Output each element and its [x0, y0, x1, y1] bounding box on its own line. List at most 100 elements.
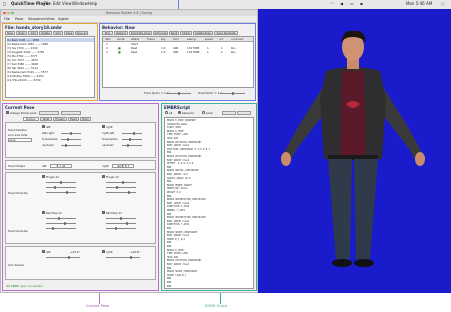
list-item[interactable]: (11) Fine 6100 —— 6700	[7, 78, 40, 82]
slider-knob[interactable]	[178, 92, 180, 95]
left-ud-slider[interactable]	[61, 144, 81, 147]
slider-knob[interactable]	[54, 186, 56, 189]
slider-knob[interactable]	[64, 222, 66, 225]
add-pose-button[interactable]: Add pose	[153, 31, 168, 35]
slider-knob[interactable]	[65, 144, 67, 147]
menu-file[interactable]: File	[44, 1, 51, 6]
left-shape-select[interactable]: B_t_alt	[50, 163, 72, 168]
minimize-button[interactable]	[7, 11, 10, 14]
save-as-button[interactable]: Save as	[75, 31, 88, 35]
right-ud-slider[interactable]	[122, 144, 142, 147]
delete-button[interactable]: Delete	[39, 31, 52, 35]
table-cell[interactable]: 1317986	[187, 50, 199, 54]
table-cell[interactable]: 3	[106, 50, 108, 54]
slider-knob[interactable]	[129, 138, 131, 141]
save-button[interactable]: Save	[64, 31, 74, 35]
left-finger-slider-1[interactable]	[46, 181, 76, 184]
target-select[interactable]: none	[8, 138, 32, 142]
reset-pose-button[interactable]	[61, 110, 81, 115]
right-palm-slider-1[interactable]	[106, 217, 136, 220]
close-button[interactable]	[3, 11, 6, 14]
spotlight-icon[interactable]: ○	[441, 1, 445, 6]
slider-knob[interactable]	[127, 144, 129, 147]
left-fb-slider[interactable]	[61, 138, 81, 141]
slider-knob[interactable]	[115, 227, 117, 230]
table-cell[interactable]: ■	[118, 50, 121, 54]
right-swivel-checkbox[interactable]	[102, 250, 105, 253]
right-hand-checkbox[interactable]	[102, 125, 105, 128]
slider-knob[interactable]	[120, 217, 122, 220]
play-button[interactable]: Play	[102, 31, 113, 35]
tab-body[interactable]: Body	[80, 117, 91, 121]
duplicate-pose-button[interactable]: Duplicate pose	[129, 31, 152, 35]
slider-knob[interactable]	[66, 191, 68, 194]
left-palm-checkbox[interactable]	[42, 211, 45, 214]
table-cell[interactable]: Rest	[131, 50, 137, 54]
hold-factor-slider[interactable]	[220, 92, 245, 95]
table-cell[interactable]: 1	[221, 50, 223, 54]
slider-knob[interactable]	[68, 256, 70, 259]
always-follow-checkbox[interactable]	[6, 111, 9, 114]
left-finger-checkbox[interactable]	[42, 175, 45, 178]
open-button[interactable]: Open	[16, 31, 27, 35]
slider-knob[interactable]	[126, 222, 128, 225]
slider-knob[interactable]	[60, 181, 62, 184]
app-menu-view[interactable]: View	[46, 17, 55, 21]
embr-script-text[interactable]: BEGIN K_POSE_SEQUENCE CHARACTER Amber ST…	[164, 117, 254, 289]
right-shape-select[interactable]: lamB_B_t	[112, 163, 134, 168]
left-swivel-slider[interactable]	[46, 256, 80, 259]
column-header[interactable]: attack	[131, 38, 139, 41]
slider-knob[interactable]	[133, 132, 135, 135]
left-swivel-checkbox[interactable]	[42, 250, 45, 253]
right-swivel-slider[interactable]	[106, 256, 140, 259]
column-header[interactable]: quota	[117, 38, 124, 41]
slider-knob[interactable]	[232, 92, 234, 95]
time-factor-slider[interactable]	[166, 92, 191, 95]
right-finger-slider-1[interactable]	[106, 181, 136, 184]
table-cell[interactable]: 1.0	[161, 50, 165, 54]
tab-fingers[interactable]: Fingers	[53, 117, 67, 121]
app-menu-sequence[interactable]: Sequence	[28, 17, 46, 21]
app-menu-file[interactable]: File	[4, 17, 10, 21]
rewind-button[interactable]: Rewind	[114, 31, 128, 35]
column-header[interactable]: frame	[147, 38, 155, 41]
right-palm-slider-2[interactable]	[106, 222, 136, 225]
menu-help[interactable]: Help	[88, 1, 97, 6]
character-viewport[interactable]	[258, 9, 451, 293]
zoom-button[interactable]	[11, 11, 14, 14]
pose-radio[interactable]	[202, 111, 205, 114]
table-cell[interactable]: 400	[173, 50, 178, 54]
right-fb-slider[interactable]	[122, 138, 142, 141]
slider-knob[interactable]	[128, 191, 130, 194]
right-finger-slider-3[interactable]	[106, 191, 136, 194]
delete-pose-button[interactable]: Delete Pose	[193, 31, 213, 35]
left-finger-slider-3[interactable]	[46, 191, 76, 194]
app-menu-agent[interactable]: Agent	[58, 17, 69, 21]
behavior-radio[interactable]	[178, 111, 181, 114]
table-cell[interactable]: 1	[207, 50, 209, 54]
column-header[interactable]: key	[161, 38, 166, 41]
slider-knob[interactable]	[130, 256, 132, 259]
pose-table[interactable]: item quota attack frame key hold easing …	[102, 36, 254, 88]
left-palm-slider-2[interactable]	[46, 222, 76, 225]
left-palm-slider-3[interactable]	[46, 227, 76, 230]
menu-edit[interactable]: Edit	[53, 1, 61, 6]
add-button[interactable]: Add	[28, 31, 38, 35]
left-finger-slider-2[interactable]	[46, 186, 76, 189]
column-header[interactable]: easing	[187, 38, 196, 41]
left-hand-checkbox[interactable]	[42, 125, 45, 128]
rank-button[interactable]: Rank	[169, 31, 179, 35]
column-header[interactable]: hold	[173, 38, 179, 41]
copy-script-button[interactable]	[222, 110, 236, 115]
menu-window[interactable]: Window	[72, 1, 88, 6]
left-lr-slider[interactable]	[61, 132, 81, 135]
send-script-button[interactable]	[237, 110, 251, 115]
slider-knob[interactable]	[116, 186, 118, 189]
right-lr-slider[interactable]	[122, 132, 142, 135]
tab-head[interactable]: Head	[68, 117, 79, 121]
menu-view[interactable]: View	[62, 1, 72, 6]
column-header[interactable]: cut	[219, 38, 223, 41]
slider-knob[interactable]	[67, 138, 69, 141]
table-cell[interactable]: Ro...	[231, 50, 237, 54]
behavior-file-list[interactable]: (1) Rest 1100 —— 1650 (2) Restaurant 165…	[5, 36, 95, 98]
